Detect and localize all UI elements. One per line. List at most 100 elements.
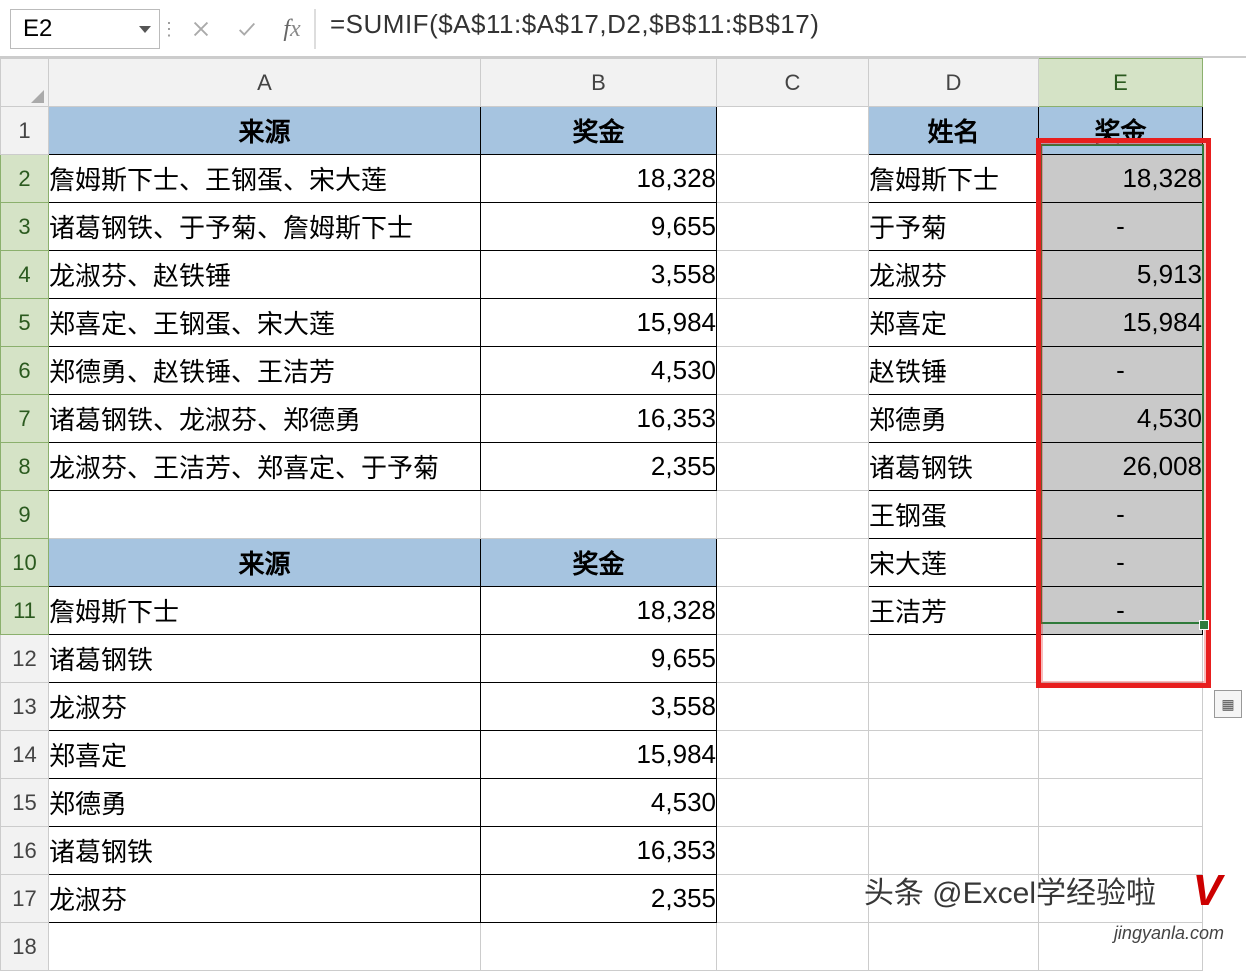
cell-D11[interactable]: 王洁芳 [869,587,1039,635]
row-header-3[interactable]: 3 [1,203,49,251]
cell-A15[interactable]: 郑德勇 [49,779,481,827]
cell-E10[interactable]: - [1039,539,1203,587]
cell-C4[interactable] [717,251,869,299]
cell-A5[interactable]: 郑喜定、王钢蛋、宋大莲 [49,299,481,347]
cell-C10[interactable] [717,539,869,587]
cell-D15[interactable] [869,779,1039,827]
cell-B8[interactable]: 2,355 [481,443,717,491]
name-box[interactable]: E2 [10,9,160,49]
cell-A12[interactable]: 诸葛钢铁 [49,635,481,683]
col-header-D[interactable]: D [869,59,1039,107]
cell-E12[interactable] [1039,635,1203,683]
cell-C13[interactable] [717,683,869,731]
cell-C2[interactable] [717,155,869,203]
cell-E11[interactable]: - [1039,587,1203,635]
name-box-dropdown-icon[interactable] [139,26,151,33]
cell-D13[interactable] [869,683,1039,731]
cell-C11[interactable] [717,587,869,635]
cell-D5[interactable]: 郑喜定 [869,299,1039,347]
cell-B12[interactable]: 9,655 [481,635,717,683]
row-header-13[interactable]: 13 [1,683,49,731]
cell-E15[interactable] [1039,779,1203,827]
cell-B5[interactable]: 15,984 [481,299,717,347]
cell-B3[interactable]: 9,655 [481,203,717,251]
cell-C12[interactable] [717,635,869,683]
cell-D6[interactable]: 赵铁锤 [869,347,1039,395]
cell-C14[interactable] [717,731,869,779]
cell-D10[interactable]: 宋大莲 [869,539,1039,587]
cell-E1[interactable]: 奖金 [1039,107,1203,155]
row-header-6[interactable]: 6 [1,347,49,395]
col-header-B[interactable]: B [481,59,717,107]
cell-B17[interactable]: 2,355 [481,875,717,923]
formula-input[interactable]: =SUMIF($A$11:$A$17,D2,$B$11:$B$17) [314,9,1242,49]
cell-D7[interactable]: 郑德勇 [869,395,1039,443]
cell-B11[interactable]: 18,328 [481,587,717,635]
cell-A13[interactable]: 龙淑芬 [49,683,481,731]
row-header-8[interactable]: 8 [1,443,49,491]
cell-B16[interactable]: 16,353 [481,827,717,875]
enter-icon[interactable] [224,9,270,49]
cell-C5[interactable] [717,299,869,347]
cell-E13[interactable] [1039,683,1203,731]
cell-E2[interactable]: 18,328 [1039,155,1203,203]
cell-C1[interactable] [717,107,869,155]
cell-E9[interactable]: - [1039,491,1203,539]
cell-A10[interactable]: 来源 [49,539,481,587]
cell-D14[interactable] [869,731,1039,779]
row-header-9[interactable]: 9 [1,491,49,539]
cell-B15[interactable]: 4,530 [481,779,717,827]
cell-E4[interactable]: 5,913 [1039,251,1203,299]
cell-B10[interactable]: 奖金 [481,539,717,587]
cell-D18[interactable] [869,923,1039,971]
row-header-1[interactable]: 1 [1,107,49,155]
cell-E3[interactable]: - [1039,203,1203,251]
cell-C7[interactable] [717,395,869,443]
row-header-2[interactable]: 2 [1,155,49,203]
row-header-4[interactable]: 4 [1,251,49,299]
cell-A9[interactable] [49,491,481,539]
cell-A2[interactable]: 詹姆斯下士、王钢蛋、宋大莲 [49,155,481,203]
cell-C8[interactable] [717,443,869,491]
cell-B18[interactable] [481,923,717,971]
row-header-12[interactable]: 12 [1,635,49,683]
cell-E8[interactable]: 26,008 [1039,443,1203,491]
cell-E14[interactable] [1039,731,1203,779]
cell-C9[interactable] [717,491,869,539]
spreadsheet-grid[interactable]: A B C D E 1来源奖金姓名奖金2詹姆斯下士、王钢蛋、宋大莲18,328詹… [0,58,1246,971]
row-header-14[interactable]: 14 [1,731,49,779]
cell-A18[interactable] [49,923,481,971]
cell-B4[interactable]: 3,558 [481,251,717,299]
cell-A8[interactable]: 龙淑芬、王洁芳、郑喜定、于予菊 [49,443,481,491]
cell-B2[interactable]: 18,328 [481,155,717,203]
row-header-11[interactable]: 11 [1,587,49,635]
cell-D2[interactable]: 詹姆斯下士 [869,155,1039,203]
cell-A1[interactable]: 来源 [49,107,481,155]
autofill-options-icon[interactable]: ▦ [1214,690,1242,718]
row-header-10[interactable]: 10 [1,539,49,587]
cell-D12[interactable] [869,635,1039,683]
cell-C3[interactable] [717,203,869,251]
cell-B6[interactable]: 4,530 [481,347,717,395]
cell-A16[interactable]: 诸葛钢铁 [49,827,481,875]
cell-E5[interactable]: 15,984 [1039,299,1203,347]
row-header-16[interactable]: 16 [1,827,49,875]
cancel-icon[interactable] [178,9,224,49]
cell-A14[interactable]: 郑喜定 [49,731,481,779]
cell-D8[interactable]: 诸葛钢铁 [869,443,1039,491]
cell-A3[interactable]: 诸葛钢铁、于予菊、詹姆斯下士 [49,203,481,251]
cell-D9[interactable]: 王钢蛋 [869,491,1039,539]
col-header-E[interactable]: E [1039,59,1203,107]
cell-B14[interactable]: 15,984 [481,731,717,779]
cell-B13[interactable]: 3,558 [481,683,717,731]
cell-A17[interactable]: 龙淑芬 [49,875,481,923]
row-header-18[interactable]: 18 [1,923,49,971]
cell-D3[interactable]: 于予菊 [869,203,1039,251]
row-header-17[interactable]: 17 [1,875,49,923]
cell-E7[interactable]: 4,530 [1039,395,1203,443]
cell-C18[interactable] [717,923,869,971]
cell-A6[interactable]: 郑德勇、赵铁锤、王洁芳 [49,347,481,395]
fx-icon[interactable]: fx [270,16,314,43]
select-all-button[interactable] [1,59,49,107]
row-header-5[interactable]: 5 [1,299,49,347]
